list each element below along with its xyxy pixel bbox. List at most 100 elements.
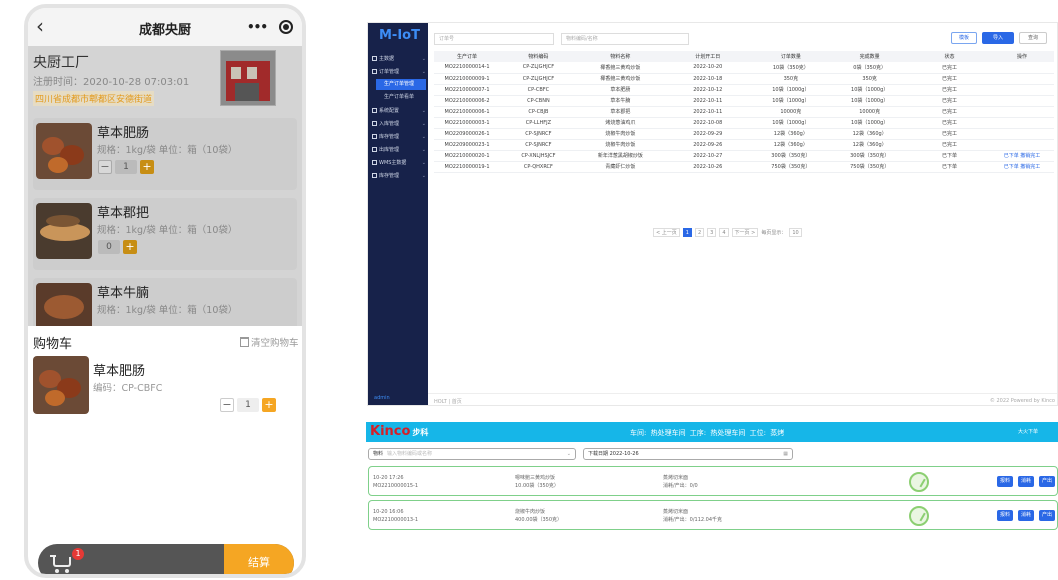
product-block: 嗯味鲍三黄鸡炒饭 10.00袋（350克） — [515, 474, 559, 490]
per-page-select[interactable]: 10 — [789, 227, 802, 237]
page-button[interactable]: 1 — [682, 227, 692, 237]
sidebar-item[interactable]: WMS主数据 ⌄ — [372, 157, 426, 168]
more-icon[interactable]: ••• — [247, 20, 268, 34]
menu-icon — [372, 173, 377, 178]
cart-item: 草本肥肠 编码：CP-CBFC − 1 + — [28, 354, 302, 424]
mobile-header: ‹ 成都央厨 ••• — [28, 8, 302, 46]
table-row[interactable]: MO2209000023-1 CP-SJNRCF 烧椒牛肉炒饭 2022-09-26 1… — [434, 139, 1054, 151]
page-button[interactable]: 4 — [719, 227, 729, 237]
product-card[interactable]: 草本郡把 规格：1kg/袋 单位：箱（10袋） 0 + — [33, 198, 297, 270]
row-action-button[interactable]: 报料 — [997, 510, 1013, 521]
page-button[interactable]: 3 — [707, 227, 717, 237]
table-cell: 12袋（360g） — [830, 139, 910, 151]
product-spec: 规格：1kg/袋 单位：箱（10袋） — [97, 305, 238, 316]
row-actions[interactable] — [990, 95, 1054, 107]
sidebar-item[interactable]: 库存管理 ⌄ — [372, 170, 426, 181]
row-actions[interactable] — [990, 139, 1054, 151]
table-cell: 已下单 — [909, 161, 991, 173]
close-target-icon[interactable] — [278, 20, 293, 34]
table-row[interactable]: MO2210000020-1 CP-XNLJHSJCF 新年洋葱黑胡椒炒饭 2022-… — [434, 150, 1054, 162]
table-row[interactable]: MO2210000003-1 CP-LLHFJZ 烤烧葱油鸡爪 2022-10-08 1… — [434, 117, 1054, 129]
table-cell: 10袋（1000g） — [751, 95, 831, 107]
product-card[interactable]: 草本肥肠 规格：1kg/袋 单位：箱（10袋） − 1 + — [33, 118, 297, 190]
material-select[interactable]: 物料 输入物料编码或名称 ⌄ — [368, 448, 576, 460]
table-row[interactable]: MO2210000006-1 CP-CBJB 草本郡把 2022-10-11 10000… — [434, 106, 1054, 118]
next-page-button[interactable]: 下一页 > — [731, 227, 759, 237]
table-cell: MO2210000020-1 — [434, 150, 501, 162]
material-filter-input[interactable]: 物料编码/名称 — [561, 33, 689, 45]
product-card[interactable]: 草本牛腩 规格：1kg/袋 单位：箱（10袋） — [33, 278, 297, 326]
date-label: 下载日期 2022-10-26 — [588, 451, 639, 457]
row-actions[interactable] — [990, 117, 1054, 129]
table-cell: 10000克 — [751, 106, 831, 118]
search-button[interactable]: 查询 — [1019, 32, 1047, 44]
row-action-button[interactable]: 产出 — [1039, 510, 1055, 521]
row-action-button[interactable]: 产出 — [1039, 476, 1055, 487]
table-row[interactable]: MO2210000014-1 CP-ZLJGHJCF 椰香鲍三黄鸡炒饭 2022-10… — [434, 62, 1054, 74]
plus-button[interactable]: + — [123, 240, 137, 254]
quantity-value[interactable]: 1 — [115, 160, 137, 174]
minus-button[interactable]: − — [220, 398, 234, 412]
sidebar-item[interactable]: 主数据 ⌄ — [372, 53, 426, 64]
clear-cart-button[interactable]: 清空购物车 — [240, 335, 299, 349]
shop-name: 央厨工厂 — [33, 55, 89, 71]
table-row[interactable]: MO2210000007-1 CP-CBFC 草本肥肠 2022-10-12 10袋（1… — [434, 84, 1054, 96]
row-action-button[interactable]: 消耗 — [1018, 476, 1034, 487]
quantity-value[interactable]: 1 — [237, 398, 259, 412]
shop-address: 四川省成都市郫都区安德街道 — [33, 91, 155, 106]
user-label[interactable]: admin — [374, 395, 390, 401]
row-actions[interactable]: 已下单 撤销完工 — [990, 150, 1054, 162]
product-name: 烧椒牛肉炒饭 — [515, 509, 546, 515]
table-row[interactable]: MO2210000019-1 CP-QHXRCF 青藏虾仁炒饭 2022-10-26 7… — [434, 161, 1054, 173]
sidebar-subitem[interactable]: 生产订单管理 — [376, 79, 426, 90]
table-cell: MO2210000006-1 — [434, 106, 501, 118]
sidebar-item[interactable]: 系统配置 ⌄ — [372, 105, 426, 116]
per-page-label: 每页显示： — [761, 229, 787, 236]
checkout-button[interactable]: 结算 — [224, 544, 294, 574]
work-order-row[interactable]: 10-20 16:06 MO2210000013-1 烧椒牛肉炒饭 400.00袋（3… — [368, 500, 1058, 530]
order-filter-input[interactable]: 订单号 — [434, 33, 554, 45]
row-actions[interactable]: 已下单 撤销完工 — [990, 161, 1054, 173]
sidebar-item[interactable]: 库存管理 ⌄ — [372, 131, 426, 142]
process-block: 蒸烤切米面 消耗/产出：0/112.04千克 — [663, 508, 722, 524]
sidebar-subitem[interactable]: 生产订单看单 — [376, 92, 426, 103]
quantity-value[interactable]: 0 — [98, 240, 120, 254]
table-row[interactable]: MO2210000009-1 CP-ZLJGHJCF 椰香鲍三黄鸡炒饭 2022-10… — [434, 73, 1054, 85]
product-image — [36, 123, 92, 179]
menu-icon — [372, 134, 377, 139]
workstation-info: 车间: 热处理车间 工序: 热处理车间 工位: 蒸烤 — [630, 429, 785, 437]
row-actions[interactable] — [990, 84, 1054, 96]
table-row[interactable]: MO2210000006-2 CP-CBNN 草本牛腩 2022-10-11 10袋（1… — [434, 95, 1054, 107]
import-button[interactable]: 导入 — [982, 32, 1014, 44]
page-button[interactable]: 2 — [694, 227, 705, 237]
row-actions[interactable] — [990, 128, 1054, 140]
column-header: 物料名称 — [576, 51, 665, 62]
prev-page-button[interactable]: < 上一页 — [653, 227, 680, 237]
minus-button[interactable]: − — [98, 160, 112, 174]
user-label[interactable]: 大火下单 — [1018, 428, 1038, 435]
table-cell: 已完工 — [909, 139, 991, 151]
row-actions[interactable] — [990, 106, 1054, 118]
plus-button[interactable]: + — [262, 398, 276, 412]
chevron-down-icon: ⌄ — [421, 68, 426, 75]
product-list-overlay: 央厨工厂 注册时间：2020-10-28 07:03:01 四川省成都市郫都区安… — [28, 46, 302, 326]
sidebar-item[interactable]: 入库管理 ⌄ — [372, 118, 426, 129]
sidebar-item[interactable]: 出库管理 ⌄ — [372, 144, 426, 155]
date-picker[interactable]: 下载日期 2022-10-26 ▦ — [583, 448, 793, 460]
row-actions[interactable] — [990, 73, 1054, 85]
cart-icon[interactable] — [50, 553, 74, 574]
table-row[interactable]: MO2209000026-1 CP-SJNRCF 烧椒牛肉炒饭 2022-09-29 1… — [434, 128, 1054, 140]
row-action-button[interactable]: 报料 — [997, 476, 1013, 487]
plus-button[interactable]: + — [140, 160, 154, 174]
work-order-row[interactable]: 10-20 17:26 MO2210000015-1 嗯味鲍三黄鸡炒饭 10.00袋（… — [368, 466, 1058, 496]
table-cell: 新年洋葱黑胡椒炒饭 — [576, 150, 665, 162]
order-time: 10-20 16:06 — [373, 509, 404, 515]
column-header: 生产订单 — [434, 51, 501, 62]
table-cell: 草本郡把 — [576, 106, 665, 118]
template-button[interactable]: 模板 — [951, 32, 977, 44]
sidebar-item[interactable]: 订单管理 ⌄ — [372, 66, 426, 77]
row-action-button[interactable]: 消耗 — [1018, 510, 1034, 521]
table-cell: MO2210000003-1 — [434, 117, 501, 129]
chevron-down-icon: ⌄ — [566, 451, 571, 457]
row-actions[interactable] — [990, 62, 1054, 74]
